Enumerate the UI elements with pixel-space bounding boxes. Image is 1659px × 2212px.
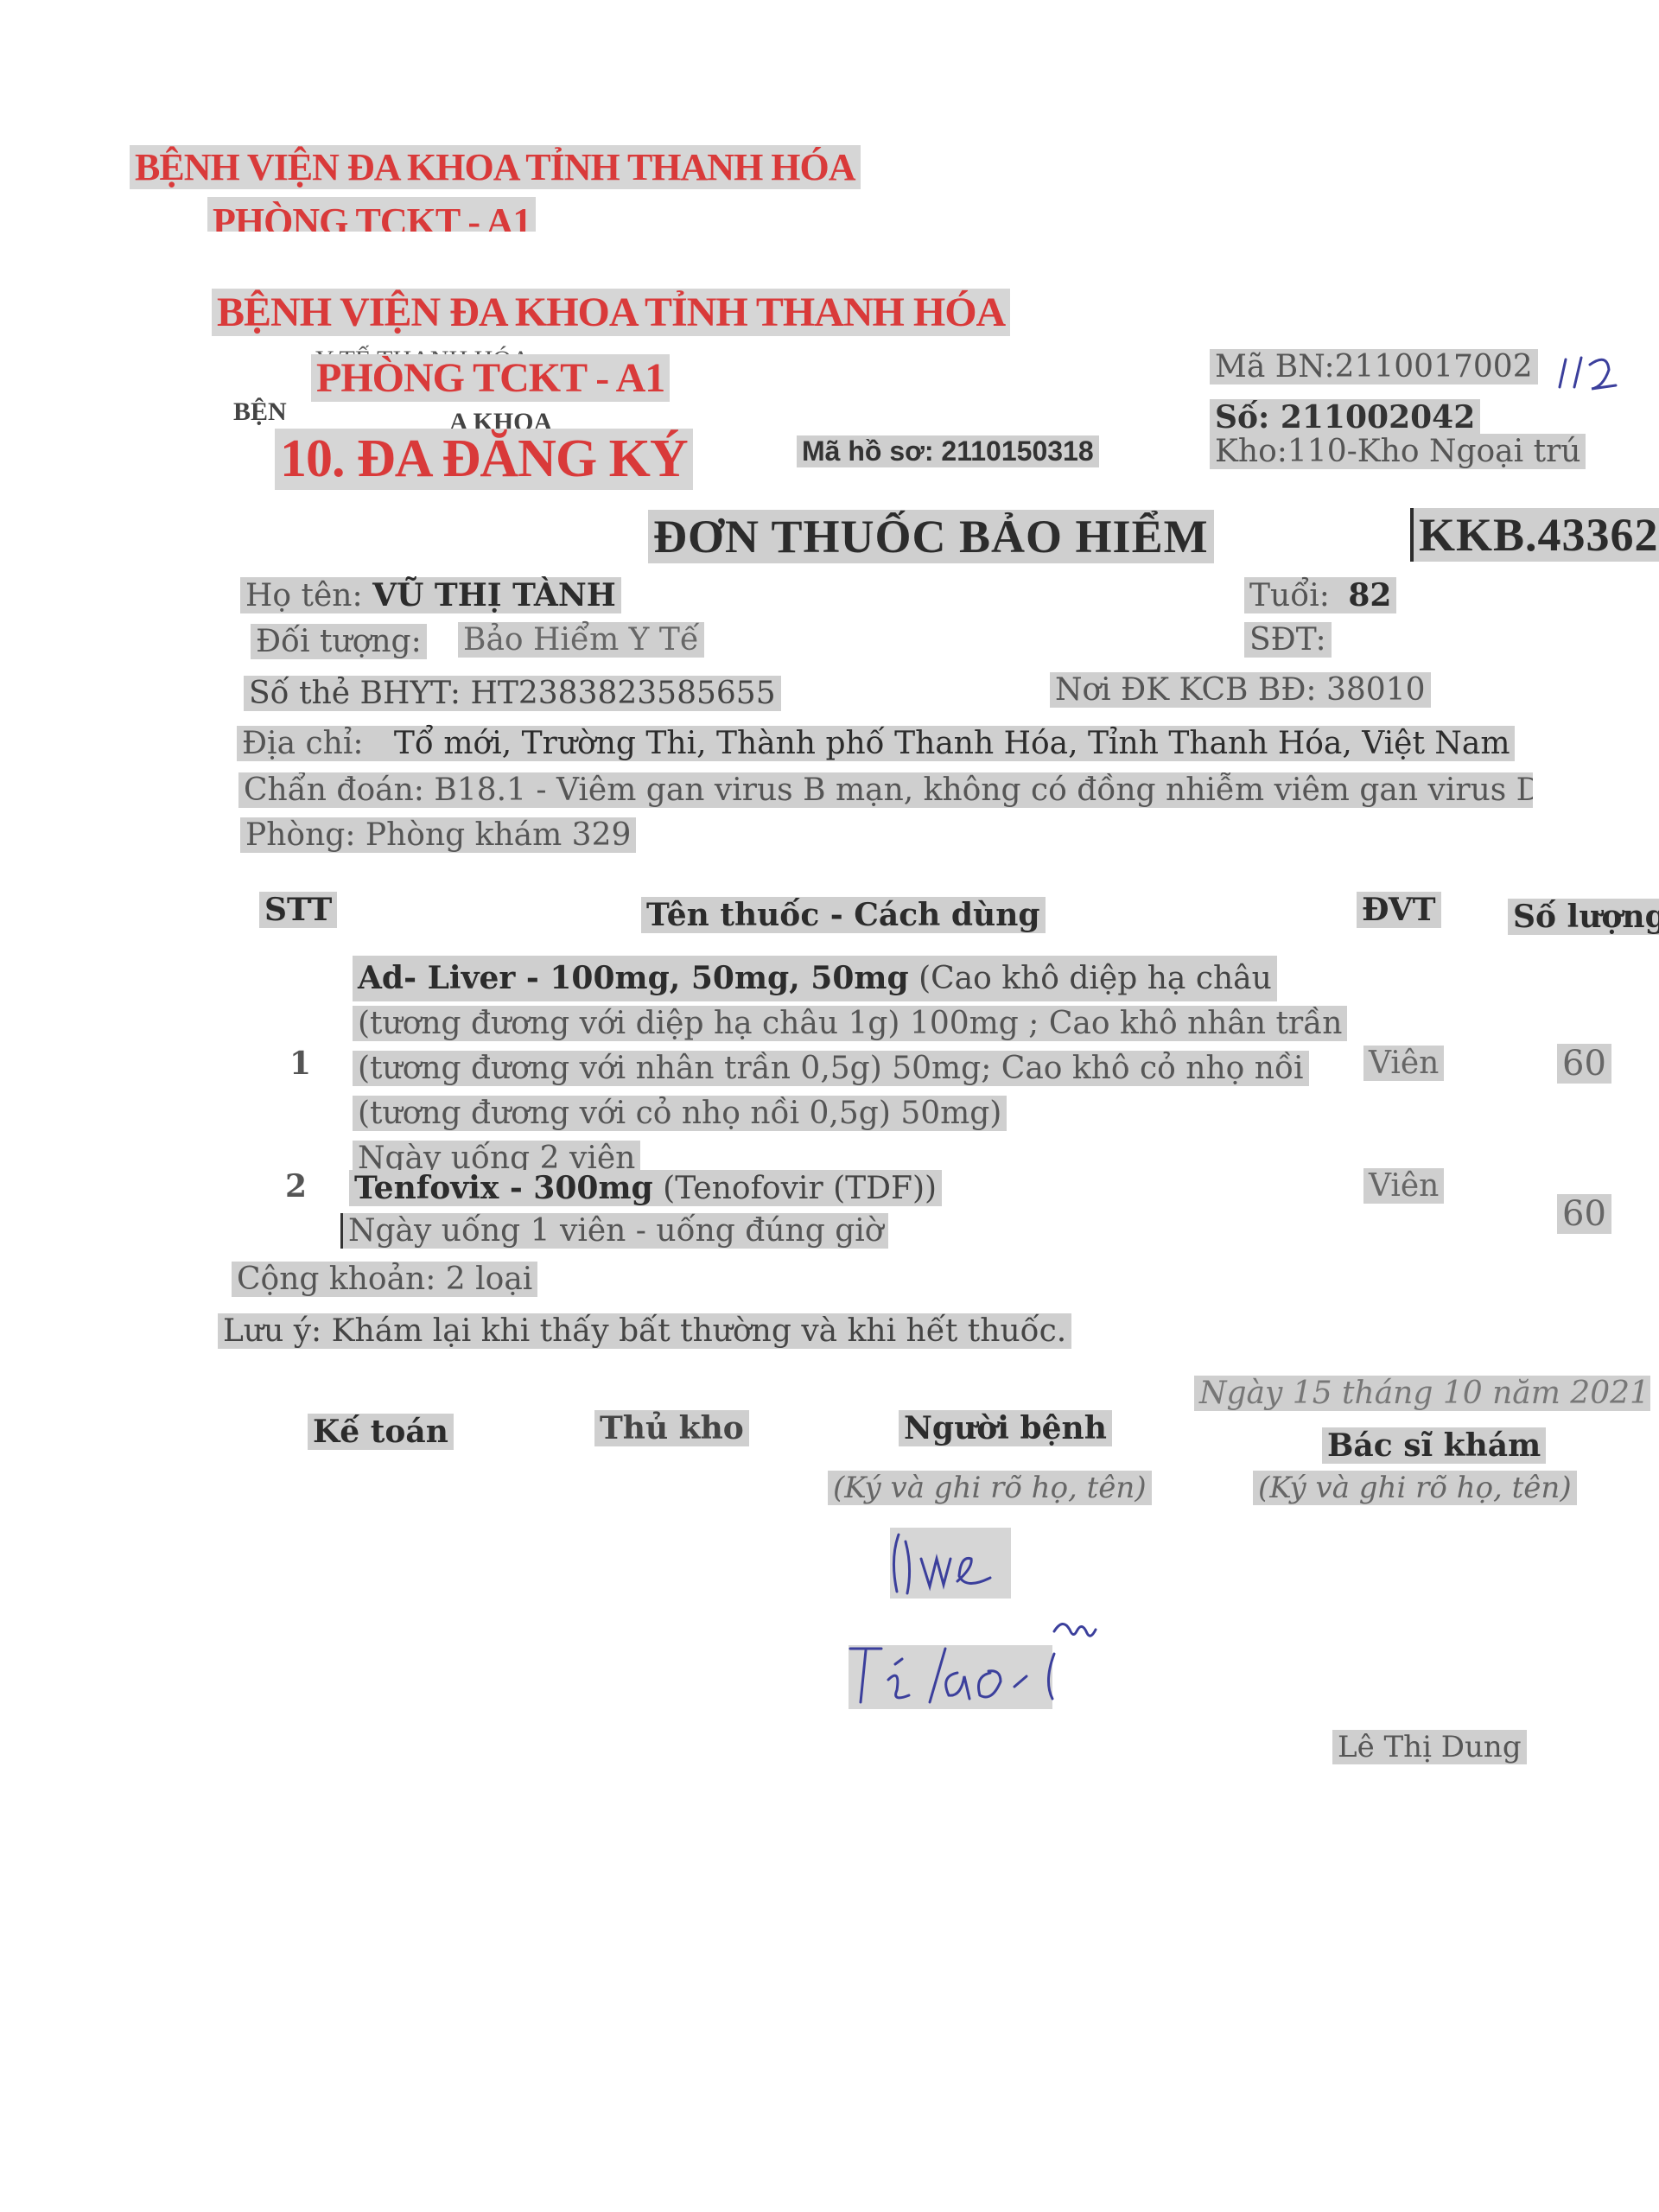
registered-clinic: Nơi ĐK KCB BĐ: 38010 <box>1050 672 1431 708</box>
registration-stamp: 10. ĐA ĐĂNG KÝ <box>275 429 693 490</box>
phone-label: SĐT: <box>1244 622 1332 658</box>
drug-2-title-line: Tenfovix - 300mg (Tenofovir (TDF)) <box>349 1170 943 1206</box>
drug-2-usage: Ngày uống 1 viên - uống đúng giờ <box>340 1213 889 1249</box>
address-label: Địa chỉ: <box>242 726 364 761</box>
dept-stamp-1: PHÒNG TCKT - A1 <box>207 197 537 232</box>
handwritten-mark <box>1558 356 1618 391</box>
patient-age-row: Tuổi: 82 <box>1244 577 1397 613</box>
col-header-stt: STT <box>259 892 338 928</box>
patient-name-label: Họ tên: <box>245 578 363 613</box>
doctor-sign-label: Bác sĩ khám <box>1322 1427 1547 1464</box>
patient-sign-label: Người bệnh <box>899 1410 1112 1446</box>
patient-sign-hint: (Ký và ghi rõ họ, tên) <box>828 1471 1152 1505</box>
col-header-unit: ĐVT <box>1357 892 1441 928</box>
drug-2-name: Tenfovix - 300mg <box>354 1170 653 1206</box>
drug-1-name: Ad- Liver - 100mg, 50mg, 50mg <box>358 960 909 996</box>
prescription-date: Ngày 15 tháng 10 năm 2021 <box>1194 1376 1650 1411</box>
col-header-drug: Tên thuốc - Cách dùng <box>641 897 1046 933</box>
row-2-stt: 2 <box>285 1168 308 1205</box>
col-header-qty: Số lượng <box>1508 899 1659 935</box>
subject-value: Bảo Hiểm Y Tế <box>458 622 705 658</box>
follow-up-note: Lưu ý: Khám lại khi thấy bất thường và k… <box>218 1313 1072 1349</box>
form-code: KKB.43362 <box>1410 508 1659 562</box>
row-1-unit: Viên <box>1363 1046 1445 1081</box>
hospital-partial-1: BỆN <box>233 397 287 426</box>
total-items: Cộng khoản: 2 loại <box>232 1262 538 1297</box>
patient-name-handwriting <box>849 1623 1097 1704</box>
patient-signature <box>892 1533 992 1595</box>
drug-2-desc-1: (Tenofovir (TDF)) <box>652 1171 938 1206</box>
diagnosis: Chẩn đoán: B18.1 - Viêm gan virus B mạn,… <box>238 772 1533 808</box>
address-value: Tổ mới, Trường Thi, Thành phố Thanh Hóa,… <box>393 726 1510 761</box>
patient-age-label: Tuổi: <box>1249 578 1330 613</box>
document-title: ĐƠN THUỐC BẢO HIỂM <box>648 510 1214 563</box>
drug-1-title-line: Ad- Liver - 100mg, 50mg, 50mg (Cao khô d… <box>353 956 1277 1001</box>
table-row: Ad- Liver - 100mg, 50mg, 50mg (Cao khô d… <box>353 956 1348 1181</box>
patient-name-row: Họ tên: VŨ THỊ TÀNH <box>240 577 621 613</box>
serial-number: Số: 211002042 <box>1210 399 1481 435</box>
row-2-unit: Viên <box>1363 1168 1445 1204</box>
address-row: Địa chỉ: Tổ mới, Trường Thi, Thành phố T… <box>237 726 1516 761</box>
hospital-stamp-1: BỆNH VIỆN ĐA KHOA TỈNH THANH HÓA <box>130 145 861 189</box>
row-2-qty: 60 <box>1557 1194 1611 1234</box>
record-number: Mã hồ sơ: 2110150318 <box>797 435 1099 467</box>
drug-1-desc-4: (tương đương với cỏ nhọ nồi 0,5g) 50mg) <box>353 1096 1007 1131</box>
exam-room: Phòng: Phòng khám 329 <box>240 817 637 853</box>
warehouse-label: Kho:110-Kho Ngoại trú <box>1210 434 1586 469</box>
row-1-stt: 1 <box>289 1046 312 1082</box>
doctor-sign-hint: (Ký và ghi rõ họ, tên) <box>1253 1471 1577 1505</box>
accountant-label: Kế toán <box>308 1414 454 1450</box>
dept-stamp-2: PHÒNG TCKT - A1 <box>311 354 671 402</box>
patient-name: VŨ THỊ TÀNH <box>372 577 616 613</box>
hospital-stamp-2: BỆNH VIỆN ĐA KHOA TỈNH THANH HÓA <box>212 289 1011 336</box>
insurance-card: Số thẻ BHYT: HT2383823585655 <box>244 676 781 711</box>
patient-age: 82 <box>1348 577 1392 613</box>
storekeeper-label: Thủ kho <box>594 1410 749 1446</box>
prescription-page: { "stamps": { "hospital_1": "BỆNH VIỆN Đ… <box>0 0 1659 2212</box>
drug-1-desc-2: (tương đương với diệp hạ châu 1g) 100mg … <box>353 1006 1348 1041</box>
doctor-name: Lê Thị Dung <box>1332 1730 1527 1764</box>
row-1-qty: 60 <box>1557 1044 1611 1084</box>
drug-1-desc-1: (Cao khô diệp hạ châu <box>908 961 1272 996</box>
subject-label: Đối tượng: <box>251 624 427 659</box>
drug-1-desc-3: (tương đương với nhân trần 0,5g) 50mg; C… <box>353 1051 1309 1086</box>
patient-id: Mã BN:2110017002 <box>1210 349 1538 385</box>
